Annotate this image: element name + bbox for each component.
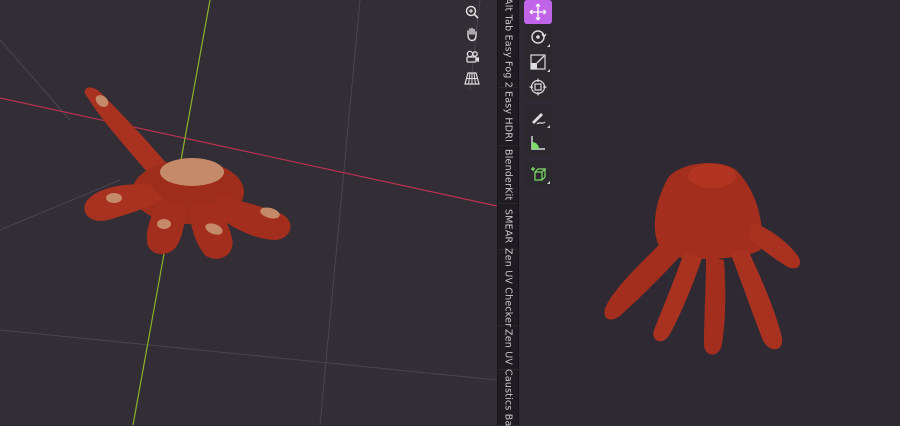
tab-caustics[interactable]: Caustics Ba [498, 368, 518, 426]
tab-zen-uv[interactable]: Zen UV [498, 326, 518, 370]
tab-blenderkit[interactable]: BlenderKit [498, 146, 518, 204]
add-cube-icon [531, 167, 547, 181]
navigation-gizmo [458, 0, 486, 100]
x-axis-line [0, 97, 497, 207]
right-3d-viewport[interactable] [519, 0, 900, 425]
annotate-icon [532, 113, 546, 125]
measure-icon [531, 136, 545, 150]
left-3d-viewport[interactable] [0, 0, 497, 425]
transform-icon [529, 78, 547, 96]
corner-indicator [547, 181, 550, 184]
hand-icon[interactable] [462, 24, 482, 44]
zoom-in-icon[interactable] [462, 2, 482, 22]
tab-easy-hdri[interactable]: Easy HDRI [498, 88, 518, 146]
tab-smear[interactable]: SMEAR [498, 204, 518, 250]
measure-tool-button[interactable] [524, 131, 552, 155]
grid-perspective-icon[interactable] [462, 68, 482, 88]
viewport-scene [0, 0, 497, 425]
scale-tool-button[interactable] [524, 50, 552, 74]
tab-label: Zen UV [502, 329, 514, 366]
move-icon [529, 3, 547, 21]
rotate-icon [531, 30, 547, 44]
tab-label: Easy HDRI [502, 90, 514, 143]
sidebar-tab-strip: Alt Tab Easy Fog 2 Easy HDRI BlenderKit … [497, 0, 519, 426]
tab-alt-tab-easy-fog[interactable]: Alt Tab Easy Fog 2 [498, 0, 518, 89]
corner-indicator [547, 44, 550, 47]
left-hand-model[interactable] [84, 87, 291, 259]
tab-label: BlenderKit [502, 148, 514, 201]
corner-indicator [547, 69, 550, 72]
right-viewport-scene [604, 163, 801, 355]
tab-zen-uv-checker[interactable]: Zen UV Checker [498, 247, 518, 328]
add-cube-tool-button[interactable] [524, 162, 552, 186]
tab-label: Zen UV Checker [502, 247, 514, 328]
tab-label: SMEAR [502, 209, 514, 244]
move-tool-button[interactable] [524, 0, 552, 24]
right-hand-model[interactable] [604, 163, 801, 355]
tab-label: Alt Tab Easy Fog 2 [502, 0, 514, 89]
transform-tool-button[interactable] [524, 75, 552, 99]
corner-indicator [547, 125, 550, 128]
viewport-toolbar [522, 0, 554, 200]
annotate-tool-button[interactable] [524, 106, 552, 130]
rotate-tool-button[interactable] [524, 25, 552, 49]
camera-view-icon[interactable] [462, 46, 482, 66]
tab-label: Caustics Ba [502, 368, 514, 426]
scale-icon [530, 54, 546, 70]
